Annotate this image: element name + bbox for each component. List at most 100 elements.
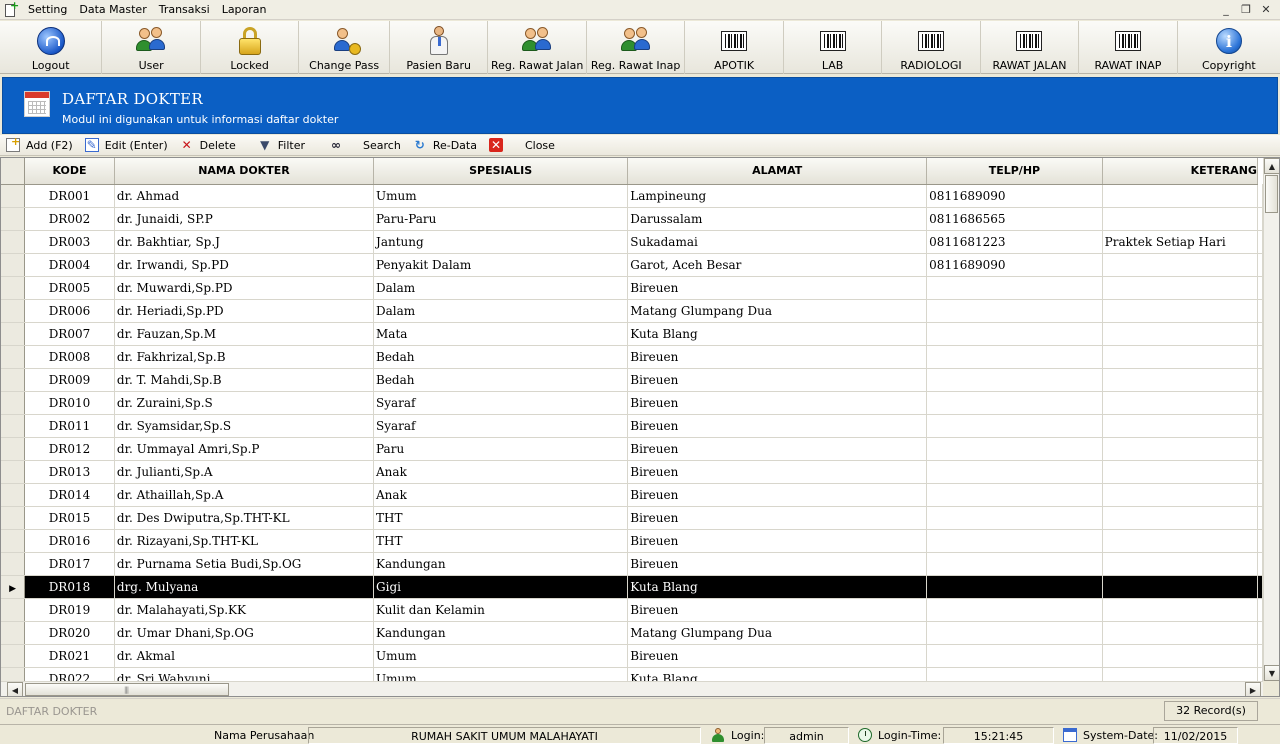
cell-telp[interactable] xyxy=(926,345,1103,369)
row-selector[interactable] xyxy=(1,391,26,415)
copyright-button[interactable]: i Copyright xyxy=(1178,21,1280,74)
horizontal-scrollbar[interactable]: ◀ ||| ▶ xyxy=(1,681,1263,696)
cell-telp[interactable] xyxy=(926,598,1103,622)
cell-spesialis[interactable]: Kandungan xyxy=(373,621,629,645)
row-selector[interactable] xyxy=(1,345,26,369)
row-selector[interactable] xyxy=(1,552,26,576)
menu-transaksi[interactable]: Transaksi xyxy=(153,0,216,20)
cell-spesialis[interactable]: Bedah xyxy=(373,345,629,369)
cell-spesialis[interactable]: Umum xyxy=(373,644,629,668)
cell-alamat[interactable]: Kuta Blang xyxy=(627,575,928,599)
cell-kode[interactable]: DR006 xyxy=(24,299,115,323)
user-button[interactable]: User xyxy=(102,21,201,74)
cell-kode[interactable]: DR012 xyxy=(24,437,115,461)
rawat-inap-button[interactable]: RAWAT INAP xyxy=(1079,21,1178,74)
cell-kode[interactable]: DR003 xyxy=(24,230,115,254)
delete-button[interactable]: ✕ Delete xyxy=(174,135,242,156)
cell-nama-dokter[interactable]: dr. Ahmad xyxy=(114,184,375,208)
table-row[interactable]: DR002 dr. Junaidi, SP.P Paru-Paru Darussala… xyxy=(1,207,1263,231)
row-selector[interactable] xyxy=(1,598,26,622)
menu-data-master[interactable]: Data Master xyxy=(73,0,152,20)
cell-kode[interactable]: DR016 xyxy=(24,529,115,553)
cell-nama-dokter[interactable]: dr. Syamsidar,Sp.S xyxy=(114,414,375,438)
cell-keterangan[interactable] xyxy=(1102,460,1259,484)
row-selector[interactable] xyxy=(1,299,26,323)
cell-spesialis[interactable]: Anak xyxy=(373,460,629,484)
table-row[interactable]: DR012 dr. Ummayal Amri,Sp.P Paru Bireuen xyxy=(1,437,1263,461)
table-row[interactable]: DR019 dr. Malahayati,Sp.KK Kulit dan Kelam… xyxy=(1,598,1263,622)
cell-keterangan[interactable] xyxy=(1102,414,1259,438)
cell-keterangan[interactable] xyxy=(1102,575,1259,599)
cell-kode[interactable]: DR017 xyxy=(24,552,115,576)
cell-telp[interactable]: 0811681223 xyxy=(926,230,1103,254)
cell-keterangan[interactable] xyxy=(1102,184,1259,208)
rawat-jalan-button[interactable]: RAWAT JALAN xyxy=(981,21,1080,74)
redata-button[interactable]: ↻ Re-Data xyxy=(407,135,483,156)
cell-nama-dokter[interactable]: dr. Rizayani,Sp.THT-KL xyxy=(114,529,375,553)
row-selector[interactable] xyxy=(1,253,26,277)
cell-spesialis[interactable]: Jantung xyxy=(373,230,629,254)
cell-alamat[interactable]: Sukadamai xyxy=(627,230,928,254)
close-icon[interactable]: ✕ xyxy=(1258,3,1274,17)
filter-button[interactable]: ▼ Filter xyxy=(252,135,311,156)
column-header-nama-dokter[interactable]: NAMA DOKTER xyxy=(114,158,375,185)
cell-kode[interactable]: DR010 xyxy=(24,391,115,415)
cell-nama-dokter[interactable]: dr. Purnama Setia Budi,Sp.OG xyxy=(114,552,375,576)
cell-keterangan[interactable] xyxy=(1102,644,1259,668)
cell-keterangan[interactable] xyxy=(1102,667,1259,681)
cell-nama-dokter[interactable]: dr. Zuraini,Sp.S xyxy=(114,391,375,415)
cell-telp[interactable] xyxy=(926,552,1103,576)
row-selector[interactable] xyxy=(1,230,26,254)
cell-nama-dokter[interactable]: dr. Muwardi,Sp.PD xyxy=(114,276,375,300)
table-row[interactable]: DR016 dr. Rizayani,Sp.THT-KL THT Bireuen xyxy=(1,529,1263,553)
reg-rawat-inap-button[interactable]: Reg. Rawat Inap xyxy=(587,21,686,74)
vertical-scroll-thumb[interactable] xyxy=(1265,175,1278,213)
table-row[interactable]: DR017 dr. Purnama Setia Budi,Sp.OG Kandung… xyxy=(1,552,1263,576)
search-button[interactable]: ∞ Search xyxy=(323,135,407,156)
cell-telp[interactable] xyxy=(926,621,1103,645)
table-row[interactable]: DR014 dr. Athaillah,Sp.A Anak Bireuen xyxy=(1,483,1263,507)
cell-nama-dokter[interactable]: dr. Bakhtiar, Sp.J xyxy=(114,230,375,254)
cell-telp[interactable]: 0811689090 xyxy=(926,253,1103,277)
column-header-telp[interactable]: TELP/HP xyxy=(926,158,1103,185)
vertical-scrollbar[interactable]: ▲ ▼ xyxy=(1263,158,1279,681)
cell-keterangan[interactable] xyxy=(1102,322,1259,346)
cell-telp[interactable] xyxy=(926,414,1103,438)
row-selector[interactable] xyxy=(1,529,26,553)
table-row[interactable]: DR007 dr. Fauzan,Sp.M Mata Kuta Blang xyxy=(1,322,1263,346)
cell-telp[interactable] xyxy=(926,276,1103,300)
cell-keterangan[interactable] xyxy=(1102,529,1259,553)
table-row[interactable]: DR013 dr. Julianti,Sp.A Anak Bireuen xyxy=(1,460,1263,484)
table-row[interactable]: DR010 dr. Zuraini,Sp.S Syaraf Bireuen xyxy=(1,391,1263,415)
cell-kode[interactable]: DR002 xyxy=(24,207,115,231)
cell-spesialis[interactable]: Gigi xyxy=(373,575,629,599)
cell-kode[interactable]: DR008 xyxy=(24,345,115,369)
cell-spesialis[interactable]: Anak xyxy=(373,483,629,507)
cell-spesialis[interactable]: Syaraf xyxy=(373,414,629,438)
row-selector[interactable] xyxy=(1,483,26,507)
column-header-alamat[interactable]: ALAMAT xyxy=(627,158,928,185)
cell-alamat[interactable]: Bireuen xyxy=(627,345,928,369)
cell-nama-dokter[interactable]: dr. Malahayati,Sp.KK xyxy=(114,598,375,622)
cell-nama-dokter[interactable]: dr. Sri Wahyuni xyxy=(114,667,375,681)
table-row[interactable]: DR006 dr. Heriadi,Sp.PD Dalam Matang Glumpa… xyxy=(1,299,1263,323)
cell-telp[interactable] xyxy=(926,460,1103,484)
cell-spesialis[interactable]: Kulit dan Kelamin xyxy=(373,598,629,622)
cell-alamat[interactable]: Bireuen xyxy=(627,460,928,484)
cell-alamat[interactable]: Bireuen xyxy=(627,276,928,300)
cell-telp[interactable]: 0811686565 xyxy=(926,207,1103,231)
apotik-button[interactable]: APOTIK xyxy=(685,21,784,74)
scroll-right-icon[interactable]: ▶ xyxy=(1245,682,1261,696)
cell-keterangan[interactable] xyxy=(1102,207,1259,231)
cell-telp[interactable] xyxy=(926,644,1103,668)
cell-keterangan[interactable] xyxy=(1102,621,1259,645)
table-row[interactable]: DR001 dr. Ahmad Umum Lampineung 0811689090 xyxy=(1,184,1263,208)
cell-kode[interactable]: DR021 xyxy=(24,644,115,668)
cell-spesialis[interactable]: Syaraf xyxy=(373,391,629,415)
cell-alamat[interactable]: Bireuen xyxy=(627,506,928,530)
row-selector[interactable] xyxy=(1,460,26,484)
table-row[interactable]: DR020 dr. Umar Dhani,Sp.OG Kandungan Matang… xyxy=(1,621,1263,645)
cell-nama-dokter[interactable]: dr. Des Dwiputra,Sp.THT-KL xyxy=(114,506,375,530)
cell-alamat[interactable]: Bireuen xyxy=(627,529,928,553)
close-button[interactable]: ✕ Close xyxy=(483,135,561,156)
